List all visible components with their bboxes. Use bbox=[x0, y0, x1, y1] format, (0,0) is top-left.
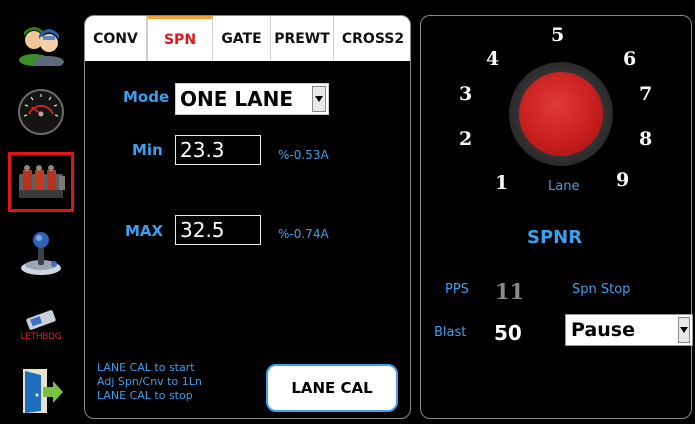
dial-number-1[interactable]: 1 bbox=[495, 172, 508, 194]
exit-door-icon bbox=[23, 369, 63, 413]
tab-cross2[interactable]: CROSS2 bbox=[334, 16, 410, 61]
pps-value: 11 bbox=[495, 279, 525, 304]
operators-icon bbox=[19, 27, 64, 66]
spn-stop-label: Spn Stop bbox=[572, 282, 631, 297]
lane-knob-cap bbox=[519, 72, 603, 156]
spn-stop-select[interactable]: Pause bbox=[565, 314, 693, 346]
operators-button[interactable] bbox=[8, 12, 74, 72]
blast-value[interactable]: 50 bbox=[494, 321, 522, 345]
lane-cal-button[interactable]: LANE CAL bbox=[266, 364, 398, 412]
gauge-button[interactable] bbox=[8, 82, 74, 142]
tab-conv[interactable]: CONV bbox=[85, 16, 147, 61]
lane-label: Lane bbox=[548, 179, 580, 194]
gauge-icon bbox=[18, 89, 64, 135]
max-label: MAX bbox=[125, 222, 164, 240]
tab-gate[interactable]: GATE bbox=[213, 16, 271, 61]
joystick-button[interactable] bbox=[8, 222, 74, 282]
lethbdg-icon bbox=[26, 310, 56, 330]
dial-number-3[interactable]: 3 bbox=[459, 83, 472, 105]
joystick-icon bbox=[21, 232, 61, 275]
max-input[interactable]: 32.5 bbox=[175, 215, 261, 245]
chevron-down-icon[interactable] bbox=[678, 317, 690, 343]
mode-select-value: ONE LANE bbox=[180, 87, 293, 111]
min-unit: %-0.53A bbox=[278, 148, 329, 162]
dial-number-6[interactable]: 6 bbox=[623, 48, 636, 70]
hint-line-3: LANE CAL to stop bbox=[97, 389, 193, 402]
spnr-title: SPNR bbox=[527, 227, 583, 248]
lethbdg-label: LETHBDG bbox=[20, 332, 62, 342]
dial-number-2[interactable]: 2 bbox=[459, 128, 472, 150]
lane-dial-panel: 5 4 6 3 7 2 8 1 9 Lane SPNR PPS 11 Spn S… bbox=[420, 15, 693, 419]
lane-knob[interactable] bbox=[509, 62, 613, 166]
hint-line-2: Adj Spn/Cnv to 1Ln bbox=[97, 375, 202, 388]
dial-number-8[interactable]: 8 bbox=[639, 128, 652, 150]
tab-prewt[interactable]: PREWT bbox=[271, 16, 334, 61]
spn-stop-select-value: Pause bbox=[571, 319, 635, 341]
exit-button[interactable] bbox=[8, 360, 74, 420]
icon-rail: LETHBDG bbox=[0, 0, 82, 424]
max-unit: %-0.74A bbox=[278, 227, 329, 241]
dial-number-7[interactable]: 7 bbox=[639, 83, 652, 105]
lane-cal-instructions: LANE CAL to start Adj Spn/Cnv to 1Ln LAN… bbox=[97, 361, 202, 403]
mode-select[interactable]: ONE LANE bbox=[175, 83, 329, 115]
mode-label: Mode bbox=[123, 88, 170, 106]
blast-label: Blast bbox=[434, 325, 467, 340]
settings-panel: CONV SPN GATE PREWT CROSS2 Mode ONE LANE… bbox=[84, 15, 411, 419]
lethbdg-button[interactable]: LETHBDG bbox=[8, 295, 74, 355]
pps-label: PPS bbox=[445, 282, 469, 297]
chevron-down-icon[interactable] bbox=[312, 86, 326, 112]
min-label: Min bbox=[132, 141, 163, 159]
valve-block-icon bbox=[19, 165, 65, 198]
dial-number-9[interactable]: 9 bbox=[616, 169, 629, 191]
hint-line-1: LANE CAL to start bbox=[97, 361, 195, 374]
tab-bar: CONV SPN GATE PREWT CROSS2 bbox=[85, 16, 410, 61]
valve-block-button[interactable] bbox=[8, 152, 74, 212]
dial-number-4[interactable]: 4 bbox=[486, 48, 499, 70]
tab-spn[interactable]: SPN bbox=[147, 16, 213, 61]
dial-number-5[interactable]: 5 bbox=[551, 24, 564, 46]
min-input[interactable]: 23.3 bbox=[175, 135, 261, 165]
